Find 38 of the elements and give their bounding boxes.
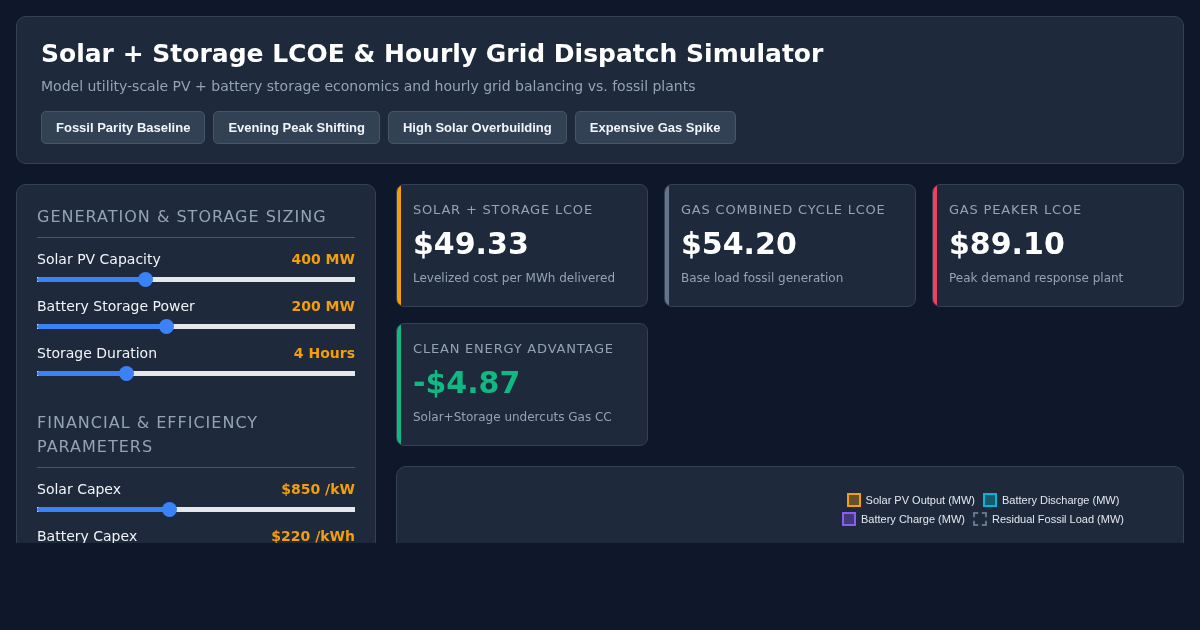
preset-button[interactable]: Expensive Gas Spike [574, 111, 736, 144]
slider-thumb[interactable] [119, 366, 135, 381]
slider-value: 200 MW [291, 297, 355, 315]
slider-label: Battery Storage Power [37, 297, 195, 315]
metric-value: $49.33 [413, 226, 530, 261]
metric-note: Base load fossil generation [681, 271, 845, 285]
page-subtitle: Model utility-scale PV + battery storage economics and hourly grid balancing vs. fossil plants [41, 78, 697, 94]
metric-value: $89.10 [949, 226, 1066, 261]
slider-thumb[interactable] [161, 502, 177, 517]
slider-label: Solar Capex [37, 480, 122, 498]
metric-label: GAS PEAKER LCOE [949, 202, 1083, 217]
preset-button[interactable]: High Solar Overbuilding [387, 111, 567, 144]
metric-note: Levelized cost per MWh delivered [413, 271, 616, 285]
legend-label: Solar PV Output (MW) [865, 494, 976, 506]
slider-thumb[interactable] [138, 272, 154, 287]
legend-label: Battery Discharge (MW) [1002, 494, 1120, 506]
preset-button[interactable]: Evening Peak Shifting [213, 111, 380, 144]
slider-value: $850 /kW [281, 480, 355, 498]
slider-value: $220 /kWh [271, 527, 355, 543]
metric-label: CLEAN ENERGY ADVANTAGE [413, 341, 614, 356]
slider-label: Storage Duration [37, 344, 158, 362]
page-title: Solar + Storage LCOE & Hourly Grid Dispatch Simulator [41, 39, 825, 68]
metric-label: GAS COMBINED CYCLE LCOE [681, 202, 886, 217]
legend-label: Battery Charge (MW) [861, 513, 965, 525]
slider-value: 400 MW [291, 250, 355, 268]
metric-value: -$4.87 [413, 365, 522, 400]
metric-note: Peak demand response plant [949, 271, 1124, 285]
section-title: FINANCIAL & EFFICIENCY PARAMETERS [37, 411, 355, 468]
metric-note: Solar+Storage undercuts Gas CC [413, 410, 613, 424]
slider-label: Battery Capex [37, 527, 138, 543]
metric-label: SOLAR + STORAGE LCOE [413, 202, 594, 217]
slider-thumb[interactable] [158, 319, 174, 334]
section-title: GENERATION & STORAGE SIZING [37, 205, 355, 238]
slider-label: Solar PV Capacity [37, 250, 161, 268]
preset-button[interactable]: Fossil Parity Baseline [41, 111, 206, 144]
metric-value: $54.20 [681, 226, 798, 261]
legend-label: Residual Fossil Load (MW) [991, 513, 1124, 525]
slider-value: 4 Hours [293, 344, 355, 362]
